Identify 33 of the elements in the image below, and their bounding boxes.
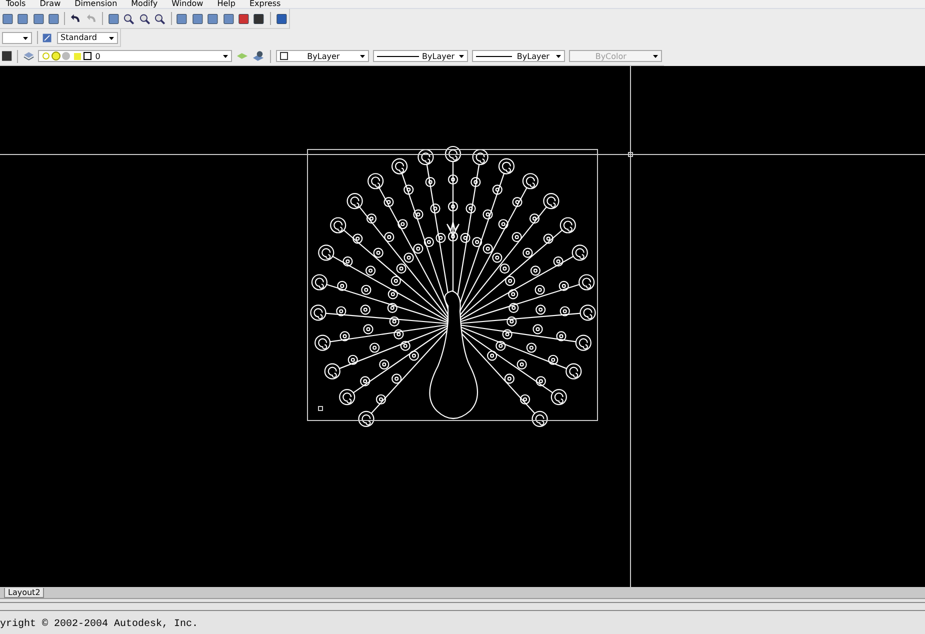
caret-icon — [458, 55, 464, 58]
layout-tab[interactable]: Layout2 — [4, 588, 44, 598]
menu-item[interactable]: Window — [172, 0, 204, 8]
caret-icon — [109, 36, 114, 40]
caret-icon — [360, 55, 366, 58]
color-dropdown[interactable]: ByLayer — [276, 50, 370, 62]
command-history-line: yright © 2002-2004 Autodesk, Inc. — [0, 619, 200, 630]
linetype-dropdown[interactable]: ByLayer — [373, 50, 468, 62]
caret-icon — [556, 55, 561, 58]
zoom-icon[interactable] — [123, 12, 135, 24]
zoom-in-icon[interactable] — [138, 12, 150, 24]
menu-item[interactable]: Modify — [131, 0, 158, 8]
menu-item[interactable]: Tools — [6, 0, 26, 8]
layer-dropdown[interactable]: 0 — [38, 50, 232, 62]
ucs-marker-icon — [318, 406, 323, 411]
caret-icon — [22, 36, 28, 40]
caret-icon — [653, 55, 658, 58]
menu-item[interactable]: Dimension — [74, 0, 118, 8]
caret-icon — [222, 55, 228, 58]
text-style-dropdown[interactable]: Standard — [56, 32, 118, 44]
layer-state-icon — [42, 51, 92, 61]
menu-item[interactable]: Draw — [40, 0, 61, 8]
menu-item[interactable]: Express — [249, 0, 281, 8]
properties-icon[interactable] — [2, 51, 12, 61]
zoom-out-icon[interactable] — [154, 12, 166, 24]
layers-icon[interactable] — [22, 50, 34, 62]
lineweight-dropdown[interactable]: ByLayer — [472, 50, 565, 62]
layer-name: 0 — [95, 52, 100, 60]
workspace-dropdown[interactable] — [2, 32, 32, 44]
menu-item[interactable]: Help — [217, 0, 236, 8]
undo-arrow-icon[interactable] — [70, 12, 82, 24]
layer-stack-icon[interactable] — [252, 50, 265, 62]
text-style-icon[interactable] — [42, 32, 53, 44]
